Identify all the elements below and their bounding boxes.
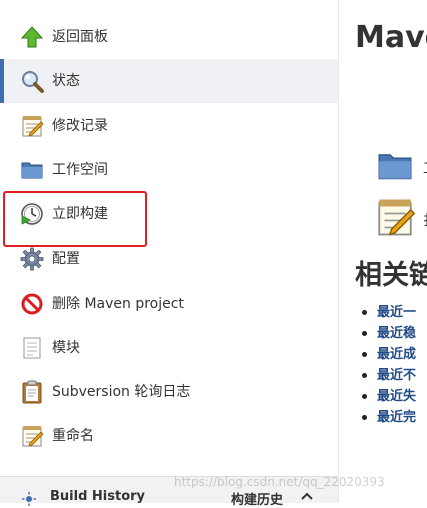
- up-arrow-icon: [20, 26, 44, 48]
- bullet: [362, 310, 367, 315]
- bullet: [362, 373, 367, 378]
- sidebar-item-label: Subversion 轮询日志: [52, 384, 191, 400]
- sidebar-item-changes[interactable]: 修改记录: [0, 104, 338, 148]
- bullet: [362, 331, 367, 336]
- sidebar-item-back-to-dashboard[interactable]: 返回面板: [0, 15, 338, 59]
- list-item[interactable]: 最近失: [362, 386, 416, 407]
- link-text[interactable]: 最近不: [377, 368, 416, 383]
- workspace-link[interactable]: 工: [423, 158, 427, 178]
- sidebar-item-label: 删除 Maven project: [52, 296, 184, 312]
- watermark: https://blog.csdn.net/qq_22020393: [174, 475, 385, 489]
- folder-icon: [21, 162, 43, 179]
- highlight-box: [3, 191, 147, 247]
- notepad-icon: [22, 116, 44, 137]
- link-text[interactable]: 最近失: [377, 389, 416, 404]
- sidebar-item-label: 重命名: [52, 428, 94, 444]
- search-icon: [22, 71, 44, 93]
- bullet: [362, 352, 367, 357]
- sidebar: 返回面板 状态 修改记录 工作空间 立即构建 配置 删除 Maven proje…: [0, 0, 338, 508]
- list-item[interactable]: 最近不: [362, 365, 416, 386]
- gear-icon: [20, 247, 44, 271]
- list-item[interactable]: 最近完: [362, 407, 416, 428]
- folder-icon[interactable]: [374, 147, 416, 185]
- page-title: Mave: [355, 20, 427, 55]
- build-history-title-cn: 构建历史: [231, 493, 284, 508]
- main-panel: Mave 工 扌 相关链 最近一 最近稳 最近成 最近不 最近失 最近完: [339, 0, 427, 503]
- link-text[interactable]: 最近完: [377, 410, 416, 425]
- clipboard-icon: [22, 380, 42, 404]
- no-entry-icon: [21, 293, 43, 315]
- sun-icon: [22, 492, 36, 506]
- sidebar-item-label: 工作空间: [52, 162, 108, 178]
- notepad-pencil-icon[interactable]: [374, 196, 416, 238]
- list-item[interactable]: 最近成: [362, 344, 416, 365]
- notepad-pencil-icon: [22, 426, 44, 447]
- sidebar-item-label: 状态: [52, 73, 80, 89]
- chevron-up-icon[interactable]: [300, 491, 314, 501]
- bullet: [362, 394, 367, 399]
- sidebar-item-status[interactable]: 状态: [0, 59, 338, 103]
- list-item[interactable]: 最近一: [362, 302, 416, 323]
- link-text[interactable]: 最近成: [377, 347, 416, 362]
- link-text[interactable]: 最近稳: [377, 326, 416, 341]
- changes-link[interactable]: 扌: [423, 210, 427, 230]
- sidebar-item-modules[interactable]: 模块: [0, 326, 338, 370]
- list-item[interactable]: 最近稳: [362, 323, 416, 344]
- build-history-title: Build History: [50, 489, 146, 504]
- sidebar-item-label: 返回面板: [52, 29, 108, 45]
- sidebar-item-rename[interactable]: 重命名: [0, 414, 338, 458]
- document-icon: [23, 337, 41, 359]
- sidebar-item-label: 模块: [52, 340, 80, 356]
- sidebar-item-delete-project[interactable]: 删除 Maven project: [0, 282, 338, 326]
- bullet: [362, 415, 367, 420]
- sidebar-item-label: 修改记录: [52, 118, 108, 134]
- sidebar-item-subversion-polling-log[interactable]: Subversion 轮询日志: [0, 370, 338, 414]
- related-links-list: 最近一 最近稳 最近成 最近不 最近失 最近完: [362, 302, 416, 428]
- related-links-title: 相关链: [355, 260, 427, 291]
- link-text[interactable]: 最近一: [377, 305, 416, 320]
- sidebar-item-workspace[interactable]: 工作空间: [0, 148, 338, 192]
